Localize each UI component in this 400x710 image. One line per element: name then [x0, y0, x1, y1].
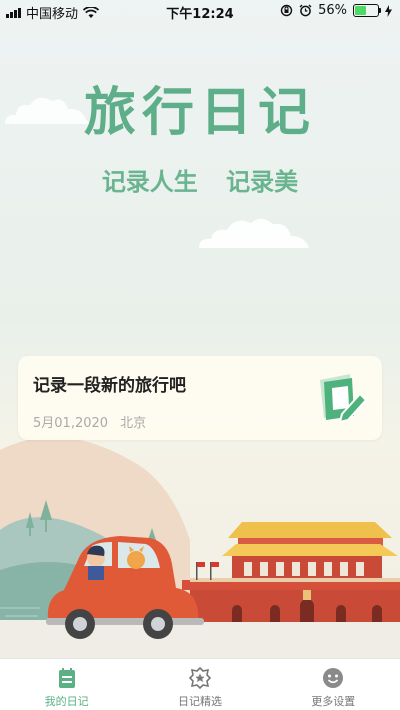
app-title: 旅行日记 [83, 83, 316, 143]
tab-more-settings[interactable]: 更多设置 [267, 659, 400, 710]
star-badge-icon [188, 667, 211, 689]
rotation-lock-icon [280, 4, 293, 17]
tab-label: 我的日记 [44, 695, 89, 708]
new-diary-location: 北京 [120, 416, 147, 431]
battery-icon [353, 4, 381, 17]
tab-my-diary[interactable]: 我的日记 [0, 659, 133, 710]
status-right: 56% [280, 3, 392, 18]
new-diary-title: 记录一段新的旅行吧 [33, 376, 186, 396]
tab-label: 日记精选 [177, 695, 222, 708]
smile-icon [323, 668, 344, 688]
alarm-icon [299, 4, 312, 17]
tab-label: 更多设置 [311, 695, 356, 708]
battery-percent: 56% [318, 3, 347, 18]
status-bar: 中国移动 下午12:24 56% [0, 0, 400, 22]
subtitle-part-2: 记录美 [226, 168, 299, 196]
new-diary-meta: 5月01,2020 北京 [33, 412, 154, 431]
beijing-illustration [0, 437, 400, 660]
app-subtitle: 记录人生 记录美 [0, 162, 400, 197]
cloud-right [199, 218, 309, 248]
new-diary-card[interactable]: 记录一段新的旅行吧 5月01,2020 北京 [18, 356, 382, 440]
tab-featured-diary[interactable]: 日记精选 [133, 659, 266, 710]
new-diary-date: 5月01,2020 [33, 416, 109, 431]
subtitle-part-1: 记录人生 [101, 168, 198, 196]
edit-icon[interactable] [316, 372, 366, 424]
travel-diary-screen: 中国移动 下午12:24 56% 旅行日记 记录人生 记录美 记录一段新的旅行吧… [0, 0, 400, 710]
bottom-tab-bar: 我的日记 日记精选 更多设置 [0, 658, 400, 710]
charging-icon [385, 4, 392, 17]
diary-icon [58, 668, 75, 688]
